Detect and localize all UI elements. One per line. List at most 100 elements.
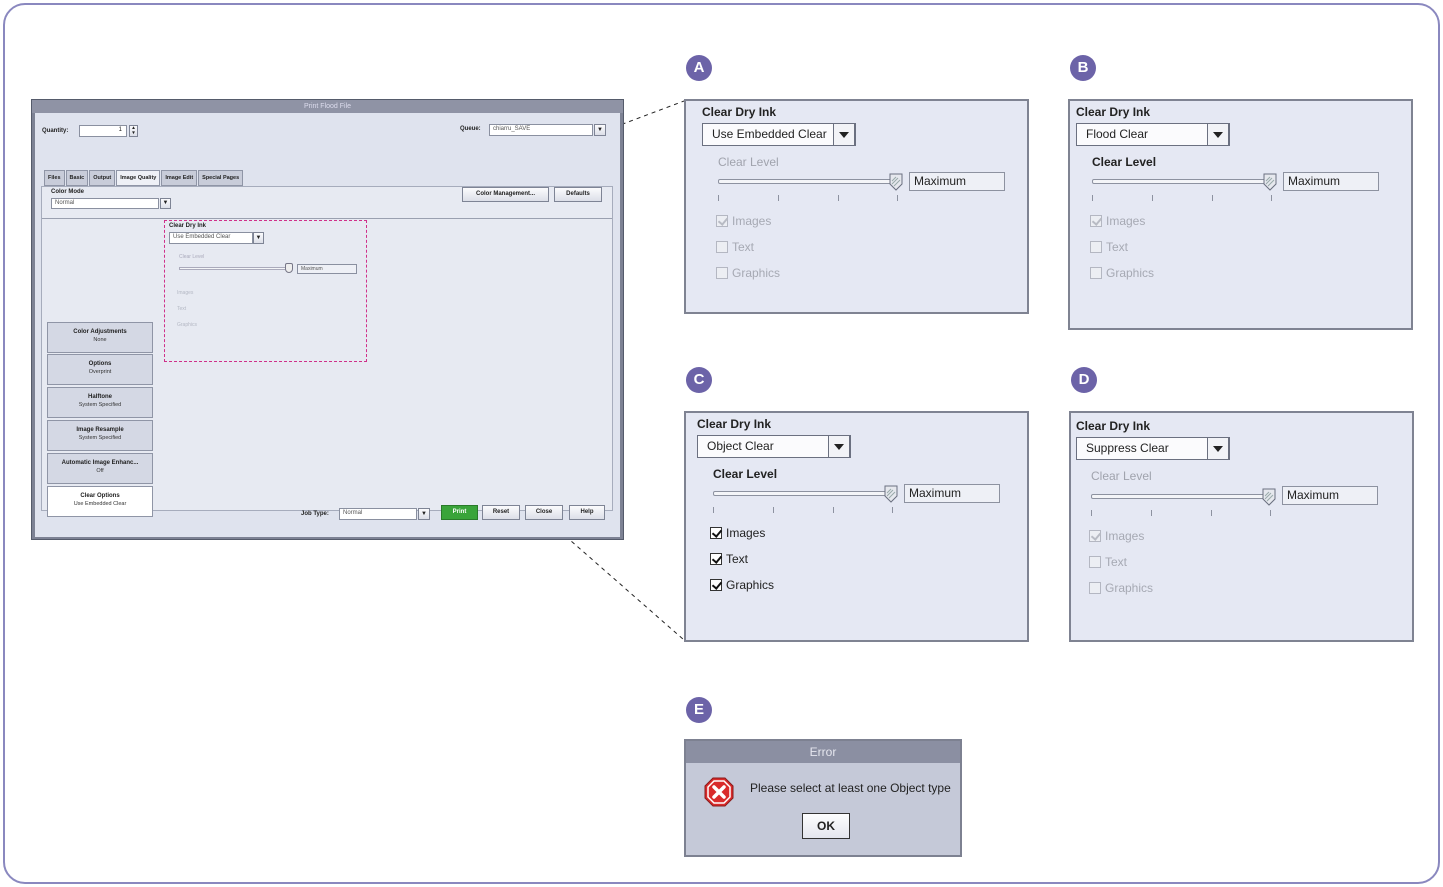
slider-thumb-icon[interactable]: [1263, 173, 1277, 191]
color-mode-select[interactable]: Normal: [51, 198, 159, 209]
clear-mode-dropdown[interactable]: Use Embedded Clear: [702, 123, 856, 146]
slider-ticks: [713, 507, 893, 513]
clear-level-slider[interactable]: [713, 491, 893, 496]
divider: [42, 218, 612, 219]
graphics-checkbox[interactable]: Graphics: [716, 266, 780, 280]
ok-button[interactable]: OK: [802, 813, 850, 839]
clear-mode-dropdown[interactable]: Object Clear: [697, 435, 851, 458]
job-type-select[interactable]: Normal: [339, 508, 417, 520]
tab-output[interactable]: Output: [89, 170, 116, 186]
badge-e: E: [686, 697, 712, 723]
badge-d: D: [1071, 367, 1097, 393]
error-dialog: Error Please select at least one Object …: [684, 739, 962, 857]
text-label: Text: [726, 552, 749, 566]
graphics-checkbox[interactable]: Graphics: [1089, 581, 1153, 595]
graphics-label: Graphics: [1105, 581, 1154, 595]
checkbox-checked-icon: [710, 553, 722, 565]
checkbox-icon: [716, 215, 728, 227]
queue-label: Queue:: [460, 126, 481, 132]
graphics-checkbox[interactable]: Graphics: [1090, 266, 1154, 280]
window-title: Print Flood File: [32, 100, 623, 113]
queue-select[interactable]: chiarru_SAVE: [489, 124, 593, 136]
sidebar-item-title: Color Adjustments: [73, 329, 127, 335]
clear-dry-ink-heading: Clear Dry Ink: [702, 105, 777, 119]
clear-level-value: Maximum: [909, 172, 1005, 191]
checkbox-icon: [1090, 267, 1102, 279]
error-message: Please select at least one Object type: [750, 781, 951, 795]
tab-image-quality[interactable]: Image Quality: [116, 170, 161, 186]
error-stop-icon: [704, 777, 734, 807]
clear-mode-dropdown[interactable]: Suppress Clear: [1076, 437, 1230, 460]
sidebar-item-options[interactable]: Options Overprint: [47, 354, 153, 385]
graphics-checkbox[interactable]: Graphics: [710, 578, 774, 592]
images-label: Images: [1105, 529, 1145, 543]
dropdown-arrow-icon[interactable]: [833, 123, 855, 146]
panel-c-clear-dry-ink: Clear Dry Ink Object Clear Clear Level M…: [684, 411, 1029, 642]
text-checkbox[interactable]: Text: [710, 552, 748, 566]
color-management-button[interactable]: Color Management...: [462, 187, 549, 202]
images-label: Images: [726, 526, 766, 540]
clear-mode-value: Object Clear: [707, 439, 774, 453]
slider-thumb-icon[interactable]: [1262, 488, 1276, 506]
highlight-box: [164, 220, 367, 362]
color-mode-dropdown-icon[interactable]: ▼: [160, 198, 171, 209]
slider-thumb-icon[interactable]: [884, 485, 898, 503]
clear-mode-dropdown[interactable]: Flood Clear: [1076, 123, 1230, 146]
dropdown-arrow-icon[interactable]: [1207, 123, 1229, 146]
tab-files[interactable]: Files: [44, 170, 65, 186]
clear-level-slider[interactable]: [718, 179, 898, 184]
clear-level-slider[interactable]: [1091, 494, 1271, 499]
clear-level-slider[interactable]: [1092, 179, 1272, 184]
images-checkbox[interactable]: Images: [1090, 214, 1145, 228]
sidebar-item-automatic-image-enhancement[interactable]: Automatic Image Enhanc... Off: [47, 453, 153, 484]
sidebar-item-halftone[interactable]: Halftone System Specified: [47, 387, 153, 418]
sidebar-item-clear-options[interactable]: Clear Options Use Embedded Clear: [47, 486, 153, 517]
text-checkbox[interactable]: Text: [1089, 555, 1127, 569]
graphics-label: Graphics: [726, 578, 775, 592]
print-button[interactable]: Print: [441, 505, 478, 520]
dropdown-arrow-icon[interactable]: [1207, 437, 1229, 460]
sidebar-item-sub: Off: [96, 468, 104, 474]
sidebar-item-image-resample[interactable]: Image Resample System Specified: [47, 420, 153, 451]
sidebar-item-sub: System Specified: [78, 402, 122, 408]
tab-special-pages[interactable]: Special Pages: [198, 170, 244, 186]
clear-mode-value: Suppress Clear: [1086, 441, 1169, 455]
images-checkbox[interactable]: Images: [716, 214, 771, 228]
quantity-field[interactable]: 1: [79, 125, 127, 137]
badge-c: C: [686, 367, 712, 393]
images-label: Images: [732, 214, 772, 228]
clear-level-label: Clear Level: [1092, 155, 1157, 169]
clear-dry-ink-heading: Clear Dry Ink: [697, 417, 772, 431]
quantity-label: Quantity:: [42, 128, 69, 134]
checkbox-checked-icon: [710, 527, 722, 539]
defaults-button[interactable]: Defaults: [554, 187, 602, 202]
job-type-dropdown-icon[interactable]: ▼: [418, 508, 430, 520]
panel-a-clear-dry-ink: Clear Dry Ink Use Embedded Clear Clear L…: [684, 99, 1029, 314]
images-checkbox[interactable]: Images: [1089, 529, 1144, 543]
slider-thumb-icon[interactable]: [889, 173, 903, 191]
quantity-stepper[interactable]: ▴ ▾: [129, 125, 138, 137]
checkbox-icon: [1090, 241, 1102, 253]
text-checkbox[interactable]: Text: [1090, 240, 1128, 254]
tab-basic[interactable]: Basic: [65, 170, 89, 186]
queue-dropdown-icon[interactable]: ▼: [594, 124, 606, 136]
checkbox-icon: [1090, 215, 1102, 227]
dropdown-arrow-icon[interactable]: [828, 435, 850, 458]
images-checkbox[interactable]: Images: [710, 526, 765, 540]
clear-dry-ink-heading: Clear Dry Ink: [1076, 419, 1151, 433]
badge-b: B: [1070, 55, 1096, 81]
sidebar-item-color-adjustments[interactable]: Color Adjustments None: [47, 322, 153, 353]
reset-button[interactable]: Reset: [482, 505, 520, 520]
clear-mode-value: Use Embedded Clear: [712, 127, 827, 141]
text-label: Text: [732, 240, 755, 254]
tab-image-edit[interactable]: Image Edit: [161, 170, 198, 186]
clear-level-value: Maximum: [1283, 172, 1379, 191]
text-checkbox[interactable]: Text: [716, 240, 754, 254]
tab-bar: Files Basic Output Image Quality Image E…: [44, 170, 244, 186]
help-button[interactable]: Help: [569, 505, 605, 520]
close-button[interactable]: Close: [525, 505, 563, 520]
error-title: Error: [686, 741, 960, 763]
clear-level-label: Clear Level: [713, 467, 778, 481]
checkbox-icon: [1089, 530, 1101, 542]
clear-level-label: Clear Level: [718, 155, 779, 169]
